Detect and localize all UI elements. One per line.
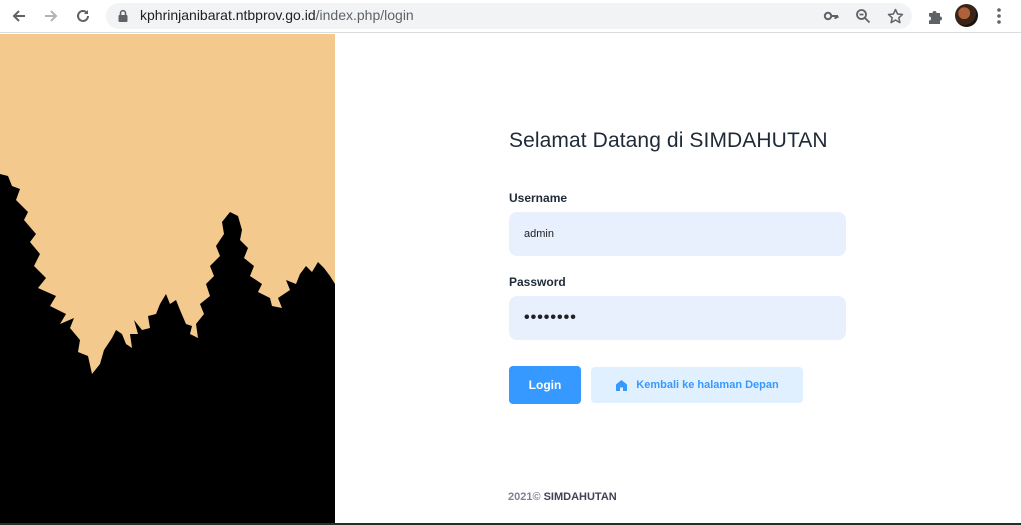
footer-copyright: 2021© SIMDAHUTAN xyxy=(508,491,617,503)
zoom-icon[interactable] xyxy=(854,7,872,25)
url-host: kphrinjanibarat.ntbprov.go.id xyxy=(140,7,316,23)
password-input[interactable]: •••••••• xyxy=(509,296,846,340)
username-label: Username xyxy=(509,191,568,205)
login-form-panel: Selamat Datang di SIMDAHUTAN Username Pa… xyxy=(335,34,1021,523)
username-input[interactable] xyxy=(509,212,846,256)
home-icon xyxy=(616,379,628,391)
footer-brand: SIMDAHUTAN xyxy=(543,491,617,503)
url-path: /index.php/login xyxy=(315,7,414,23)
login-page: Selamat Datang di SIMDAHUTAN Username Pa… xyxy=(0,34,1021,525)
forest-silhouette-image xyxy=(0,174,335,523)
bookmark-star-icon[interactable] xyxy=(886,7,904,25)
page-title: Selamat Datang di SIMDAHUTAN xyxy=(509,129,828,152)
forest-illustration xyxy=(0,34,335,523)
extensions-puzzle-icon[interactable] xyxy=(924,5,946,27)
forward-arrow-icon[interactable] xyxy=(39,5,63,27)
browser-toolbar: kphrinjanibarat.ntbprov.go.id/index.php/… xyxy=(0,0,1021,33)
footer-year: 2021© xyxy=(508,491,541,503)
back-to-home-button[interactable]: Kembali ke halaman Depan xyxy=(591,367,803,403)
url-text[interactable]: kphrinjanibarat.ntbprov.go.id/index.php/… xyxy=(140,7,414,23)
profile-avatar[interactable] xyxy=(955,4,978,27)
address-bar[interactable]: kphrinjanibarat.ntbprov.go.id/index.php/… xyxy=(106,3,912,29)
back-to-home-label: Kembali ke halaman Depan xyxy=(636,379,779,391)
reload-icon[interactable] xyxy=(71,5,95,27)
password-label: Password xyxy=(509,275,566,289)
login-button[interactable]: Login xyxy=(509,366,581,404)
menu-kebab-icon[interactable] xyxy=(988,5,1010,27)
back-arrow-icon[interactable] xyxy=(7,5,31,27)
lock-icon[interactable] xyxy=(116,9,130,23)
key-icon[interactable] xyxy=(822,7,840,25)
